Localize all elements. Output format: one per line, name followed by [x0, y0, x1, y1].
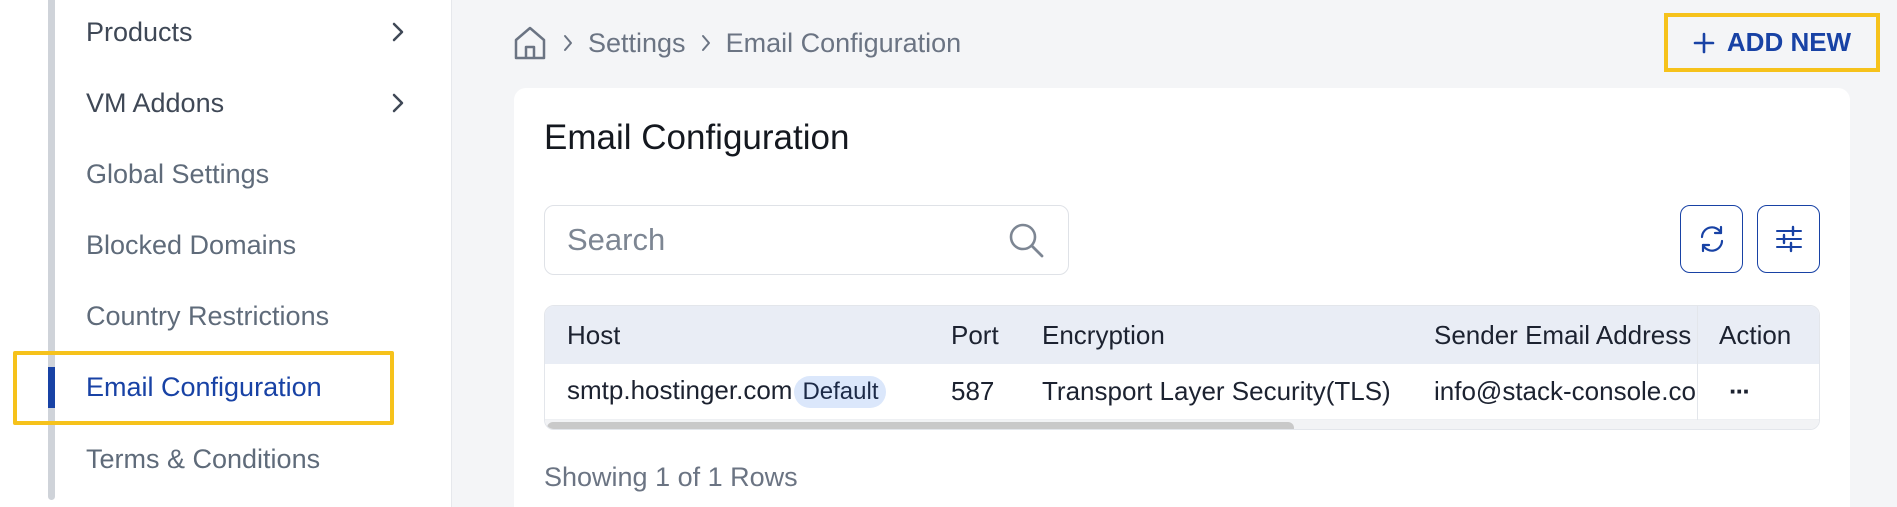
- table-row[interactable]: smtp.hostinger.com Default 587 Transport …: [545, 364, 1819, 420]
- column-host[interactable]: Host: [567, 320, 620, 351]
- sidebar-item-label: Country Restrictions: [86, 300, 330, 331]
- table-scrollbar-thumb[interactable]: [547, 422, 1294, 429]
- cell-encryption: Transport Layer Security(TLS): [1042, 376, 1391, 406]
- app-root: Products VM Addons Global Settings Block…: [0, 0, 1897, 507]
- default-badge: Default: [794, 376, 887, 408]
- chevron-right-icon: [378, 83, 418, 123]
- sidebar-item-country-restrictions[interactable]: Country Restrictions: [86, 286, 426, 346]
- host-value: smtp.hostinger.com: [567, 375, 793, 405]
- action-column-divider: [1697, 306, 1819, 420]
- cell-port: 587: [951, 376, 995, 406]
- column-port[interactable]: Port: [951, 320, 999, 351]
- chevron-right-icon: [378, 12, 418, 52]
- cell-host: smtp.hostinger.com Default: [567, 375, 887, 408]
- sidebar-item-label: Products: [86, 16, 193, 47]
- sidebar-item-label: Global Settings: [86, 158, 270, 189]
- chevron-right-icon: [562, 33, 574, 53]
- filter-settings-button[interactable]: [1757, 205, 1820, 273]
- sidebar: Products VM Addons Global Settings Block…: [0, 0, 452, 507]
- add-new-button[interactable]: ADD NEW: [1664, 13, 1880, 72]
- email-config-table: Host Port Encryption Sender Email Addres…: [544, 305, 1820, 430]
- sidebar-item-products[interactable]: Products: [86, 2, 426, 62]
- rows-count: Showing 1 of 1 Rows: [544, 462, 798, 492]
- sidebar-item-global-settings[interactable]: Global Settings: [86, 144, 426, 204]
- search-box: [544, 205, 1069, 275]
- search-input[interactable]: [567, 222, 1006, 258]
- breadcrumb-settings[interactable]: Settings: [588, 28, 686, 59]
- page-title: Email Configuration: [544, 118, 850, 157]
- active-indicator: [48, 367, 55, 408]
- cell-sender-email: info@stack-console.com: [1434, 376, 1696, 406]
- home-icon[interactable]: [512, 24, 548, 62]
- breadcrumb-current: Email Configuration: [725, 27, 962, 58]
- sidebar-item-vm-addons[interactable]: VM Addons: [86, 73, 426, 133]
- sidebar-item-label: Blocked Domains: [86, 229, 297, 260]
- sidebar-scrollbar[interactable]: [48, 0, 55, 500]
- chevron-right-icon: [700, 33, 712, 53]
- plus-icon: [1693, 32, 1715, 54]
- refresh-button[interactable]: [1680, 205, 1743, 273]
- sliders-icon: [1774, 224, 1804, 254]
- table-header: Host Port Encryption Sender Email Addres…: [545, 306, 1819, 364]
- breadcrumb: Settings Email Configuration: [512, 18, 961, 68]
- sidebar-item-blocked-domains[interactable]: Blocked Domains: [86, 215, 426, 275]
- sidebar-item-email-configuration[interactable]: Email Configuration: [86, 357, 426, 417]
- sidebar-item-terms-conditions[interactable]: Terms & Conditions: [86, 429, 426, 489]
- sidebar-item-label: Terms & Conditions: [86, 443, 321, 474]
- column-sender-email[interactable]: Sender Email Address: [1434, 320, 1694, 351]
- sidebar-item-label: VM Addons: [86, 87, 225, 118]
- refresh-icon: [1696, 223, 1728, 255]
- column-encryption[interactable]: Encryption: [1042, 320, 1165, 351]
- search-icon[interactable]: [1006, 220, 1046, 260]
- email-config-card: Email Configuration Search Host Port Enc…: [514, 88, 1850, 507]
- sidebar-item-label: Email Configuration: [86, 371, 322, 402]
- add-new-label: ADD NEW: [1726, 27, 1852, 57]
